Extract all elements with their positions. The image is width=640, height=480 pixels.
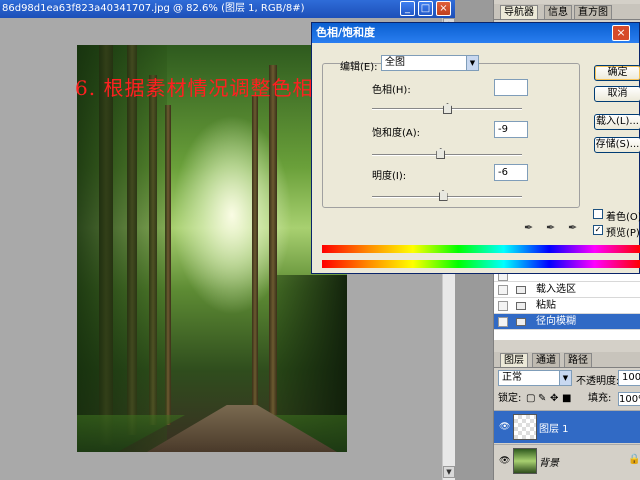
tab-layers[interactable]: 图层 <box>500 353 528 367</box>
tab-navigator[interactable]: 导航器 <box>500 5 538 19</box>
tab-channels[interactable]: 通道 <box>532 353 560 367</box>
lock-move-icon[interactable]: ✥ <box>550 392 558 406</box>
preview-label: 预览(P) <box>606 228 640 239</box>
list-item[interactable]: 载入选区 <box>494 282 640 298</box>
colorize-checkbox[interactable] <box>593 209 603 219</box>
toggle-checkbox[interactable] <box>498 317 508 327</box>
tree-trunk <box>252 95 258 425</box>
opacity-label: 不透明度: <box>576 376 620 387</box>
action-icon <box>516 302 526 310</box>
blend-mode-select[interactable]: 正常 ▼ <box>498 370 572 386</box>
list-item-label: 径向模糊 <box>536 316 576 327</box>
layers-panel: 图层 通道 路径 正常 ▼ 不透明度: 100% 锁定: ▢ ✎ ✥ ■ 填充:… <box>494 352 640 480</box>
eye-icon[interactable]: 👁 <box>499 422 510 432</box>
toggle-checkbox[interactable] <box>498 285 508 295</box>
layer-thumbnail <box>513 448 537 474</box>
dialog-title: 色相/饱和度 <box>316 26 376 39</box>
document-title: 86d98d1ea63f823a40341707.jpg @ 82.6% (图层… <box>2 3 305 14</box>
layer-row[interactable]: 👁 背景 🔒 <box>494 444 640 477</box>
hue-input[interactable] <box>494 79 528 96</box>
lock-transparency-icon[interactable]: ▢ <box>526 392 535 406</box>
lock-paint-icon[interactable]: ✎ <box>538 392 546 406</box>
hue-label: 色相(H): <box>372 85 411 96</box>
fill-input[interactable]: 100% <box>618 392 640 406</box>
chevron-down-icon: ▼ <box>466 56 478 70</box>
cancel-button[interactable]: 取消 <box>594 86 640 102</box>
saturation-input[interactable]: -9 <box>494 121 528 138</box>
history-list: 载入选区 粘贴 径向模糊 <box>494 270 640 340</box>
layer-name: 背景 <box>539 458 559 469</box>
lock-icon: 🔒 <box>628 454 640 465</box>
scroll-down-icon[interactable]: ▼ <box>443 466 455 478</box>
navigator-panel-tabs: 导航器 信息 直方图 <box>494 4 640 20</box>
hue-saturation-dialog: 色相/饱和度 × 编辑(E): 全图 ▼ 色相(H): 饱和度(A): -9 明… <box>311 22 640 274</box>
lock-row: 锁定: ▢ ✎ ✥ ■ 填充: 100% <box>498 392 640 406</box>
tab-info[interactable]: 信息 <box>544 5 572 19</box>
dialog-title-bar[interactable]: 色相/饱和度 <box>312 23 639 43</box>
adjusted-spectrum-bar <box>322 260 640 268</box>
toggle-checkbox[interactable] <box>498 301 508 311</box>
saturation-slider-track[interactable] <box>372 154 522 156</box>
left-foliage <box>77 45 167 452</box>
preview-checkbox[interactable]: ✓ <box>593 225 603 235</box>
lock-label: 锁定: <box>498 393 522 404</box>
action-icon <box>516 286 526 294</box>
document-title-bar[interactable]: 86d98d1ea63f823a40341707.jpg @ 82.6% (图层… <box>0 0 455 18</box>
forest-photo[interactable] <box>77 45 347 452</box>
layer-name: 图层 1 <box>539 424 569 435</box>
tab-histogram[interactable]: 直方图 <box>574 5 612 19</box>
maximize-icon[interactable]: □ <box>418 1 433 16</box>
ok-button[interactable]: 确定 <box>594 65 640 81</box>
chevron-down-icon: ▼ <box>559 371 571 385</box>
tab-paths[interactable]: 路径 <box>564 353 592 367</box>
eye-icon[interactable]: 👁 <box>499 456 510 466</box>
eyedropper-minus-icon[interactable]: ✒ <box>568 221 577 234</box>
settings-group <box>322 63 580 208</box>
list-item-label: 粘贴 <box>536 300 556 311</box>
list-item[interactable]: 粘贴 <box>494 298 640 314</box>
save-button[interactable]: 存储(S)... <box>594 137 640 153</box>
lightness-label: 明度(I): <box>372 171 407 182</box>
edit-value: 全图 <box>385 57 405 68</box>
blend-mode-value: 正常 <box>502 372 522 383</box>
tree-trunk <box>269 65 277 425</box>
opacity-input[interactable]: 100% <box>618 370 640 386</box>
opacity-value: 100% <box>622 372 640 383</box>
fill-label: 填充: <box>588 393 612 404</box>
edit-select[interactable]: 全图 ▼ <box>381 55 479 71</box>
edit-label: 编辑(E): <box>340 62 378 73</box>
colorize-label: 着色(O) <box>606 212 640 223</box>
list-item[interactable]: 径向模糊 <box>494 314 640 330</box>
layers-panel-tabs: 图层 通道 路径 <box>494 352 640 368</box>
action-icon <box>516 318 526 326</box>
lock-all-icon[interactable]: ■ <box>562 392 571 406</box>
list-item-label: 载入选区 <box>536 284 576 295</box>
close-icon[interactable]: × <box>436 1 451 16</box>
lightness-input[interactable]: -6 <box>494 164 528 181</box>
load-button[interactable]: 载入(L)... <box>594 114 640 130</box>
eyedropper-plus-icon[interactable]: ✒ <box>546 221 555 234</box>
color-spectrum-bar <box>322 245 640 253</box>
layer-thumbnail <box>513 414 537 440</box>
eyedropper-icon[interactable]: ✒ <box>524 221 533 234</box>
dialog-close-icon[interactable]: × <box>612 25 630 41</box>
saturation-label: 饱和度(A): <box>372 128 421 139</box>
minimize-icon[interactable]: _ <box>400 1 415 16</box>
layer-row[interactable]: 👁 图层 1 <box>494 410 640 443</box>
